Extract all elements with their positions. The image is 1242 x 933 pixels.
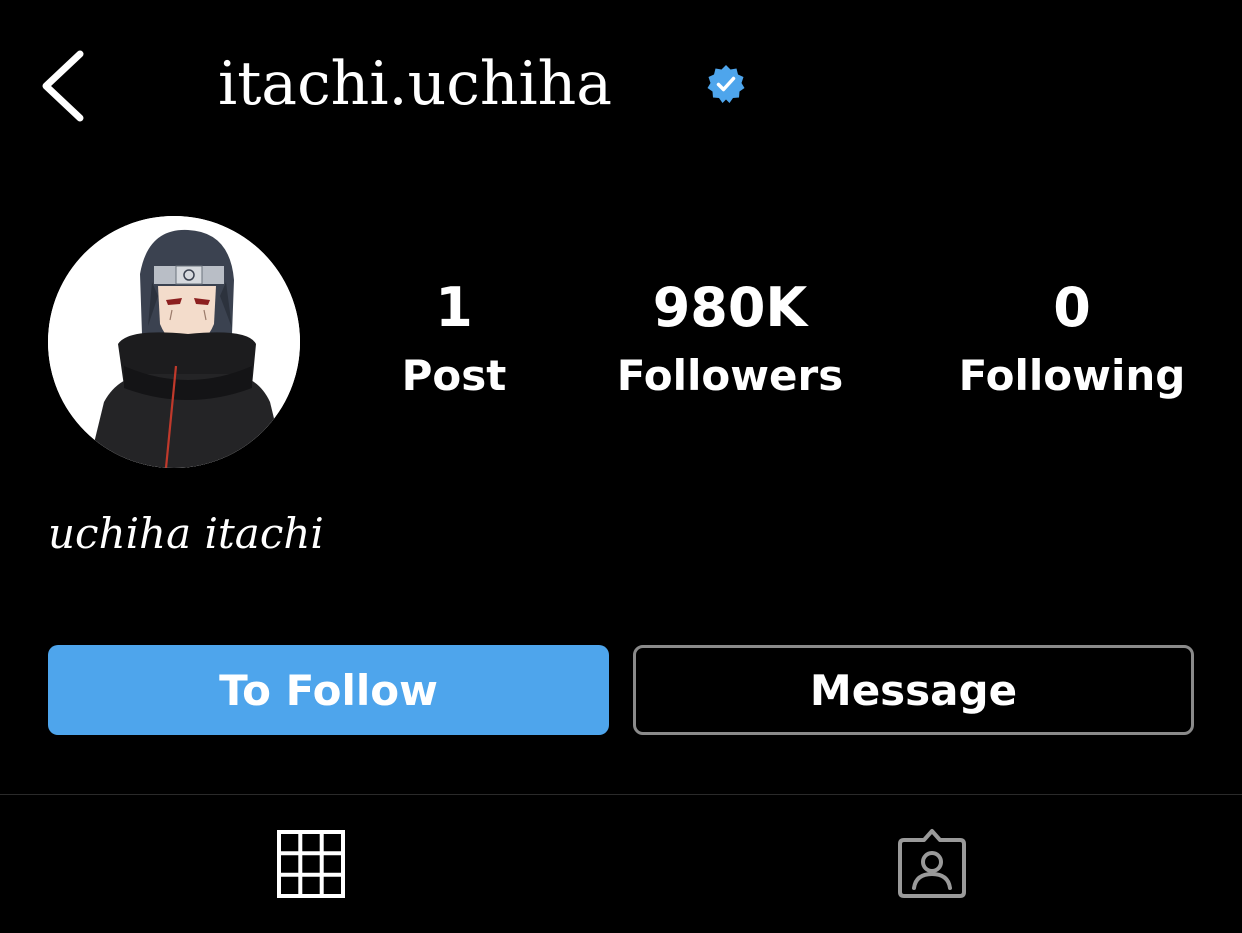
tagged-person-icon (897, 829, 966, 898)
tab-tagged[interactable] (621, 795, 1242, 933)
grid-icon (276, 830, 345, 898)
following-count-label: Following (958, 351, 1186, 400)
followers-count[interactable]: 980K Followers (596, 270, 864, 406)
verified-badge-icon (706, 64, 746, 104)
tab-posts-grid[interactable] (0, 795, 621, 933)
posts-count-label: Post (401, 351, 507, 400)
posts-count-value: 1 (435, 276, 473, 339)
following-count-value: 0 (1053, 276, 1091, 339)
message-button[interactable]: Message (633, 645, 1194, 735)
posts-count[interactable]: 1 Post (384, 270, 524, 406)
profile-avatar[interactable] (48, 216, 300, 468)
follow-button[interactable]: To Follow (48, 645, 609, 735)
followers-count-value: 980K (652, 276, 808, 339)
profile-header: itachi.uchiha (0, 0, 1242, 170)
following-count[interactable]: 0 Following (940, 270, 1204, 406)
profile-username: itachi.uchiha (218, 49, 613, 119)
chevron-left-icon (42, 50, 84, 122)
followers-count-label: Followers (616, 351, 844, 400)
back-button[interactable] (38, 48, 94, 124)
profile-display-name: uchiha itachi (48, 509, 324, 558)
